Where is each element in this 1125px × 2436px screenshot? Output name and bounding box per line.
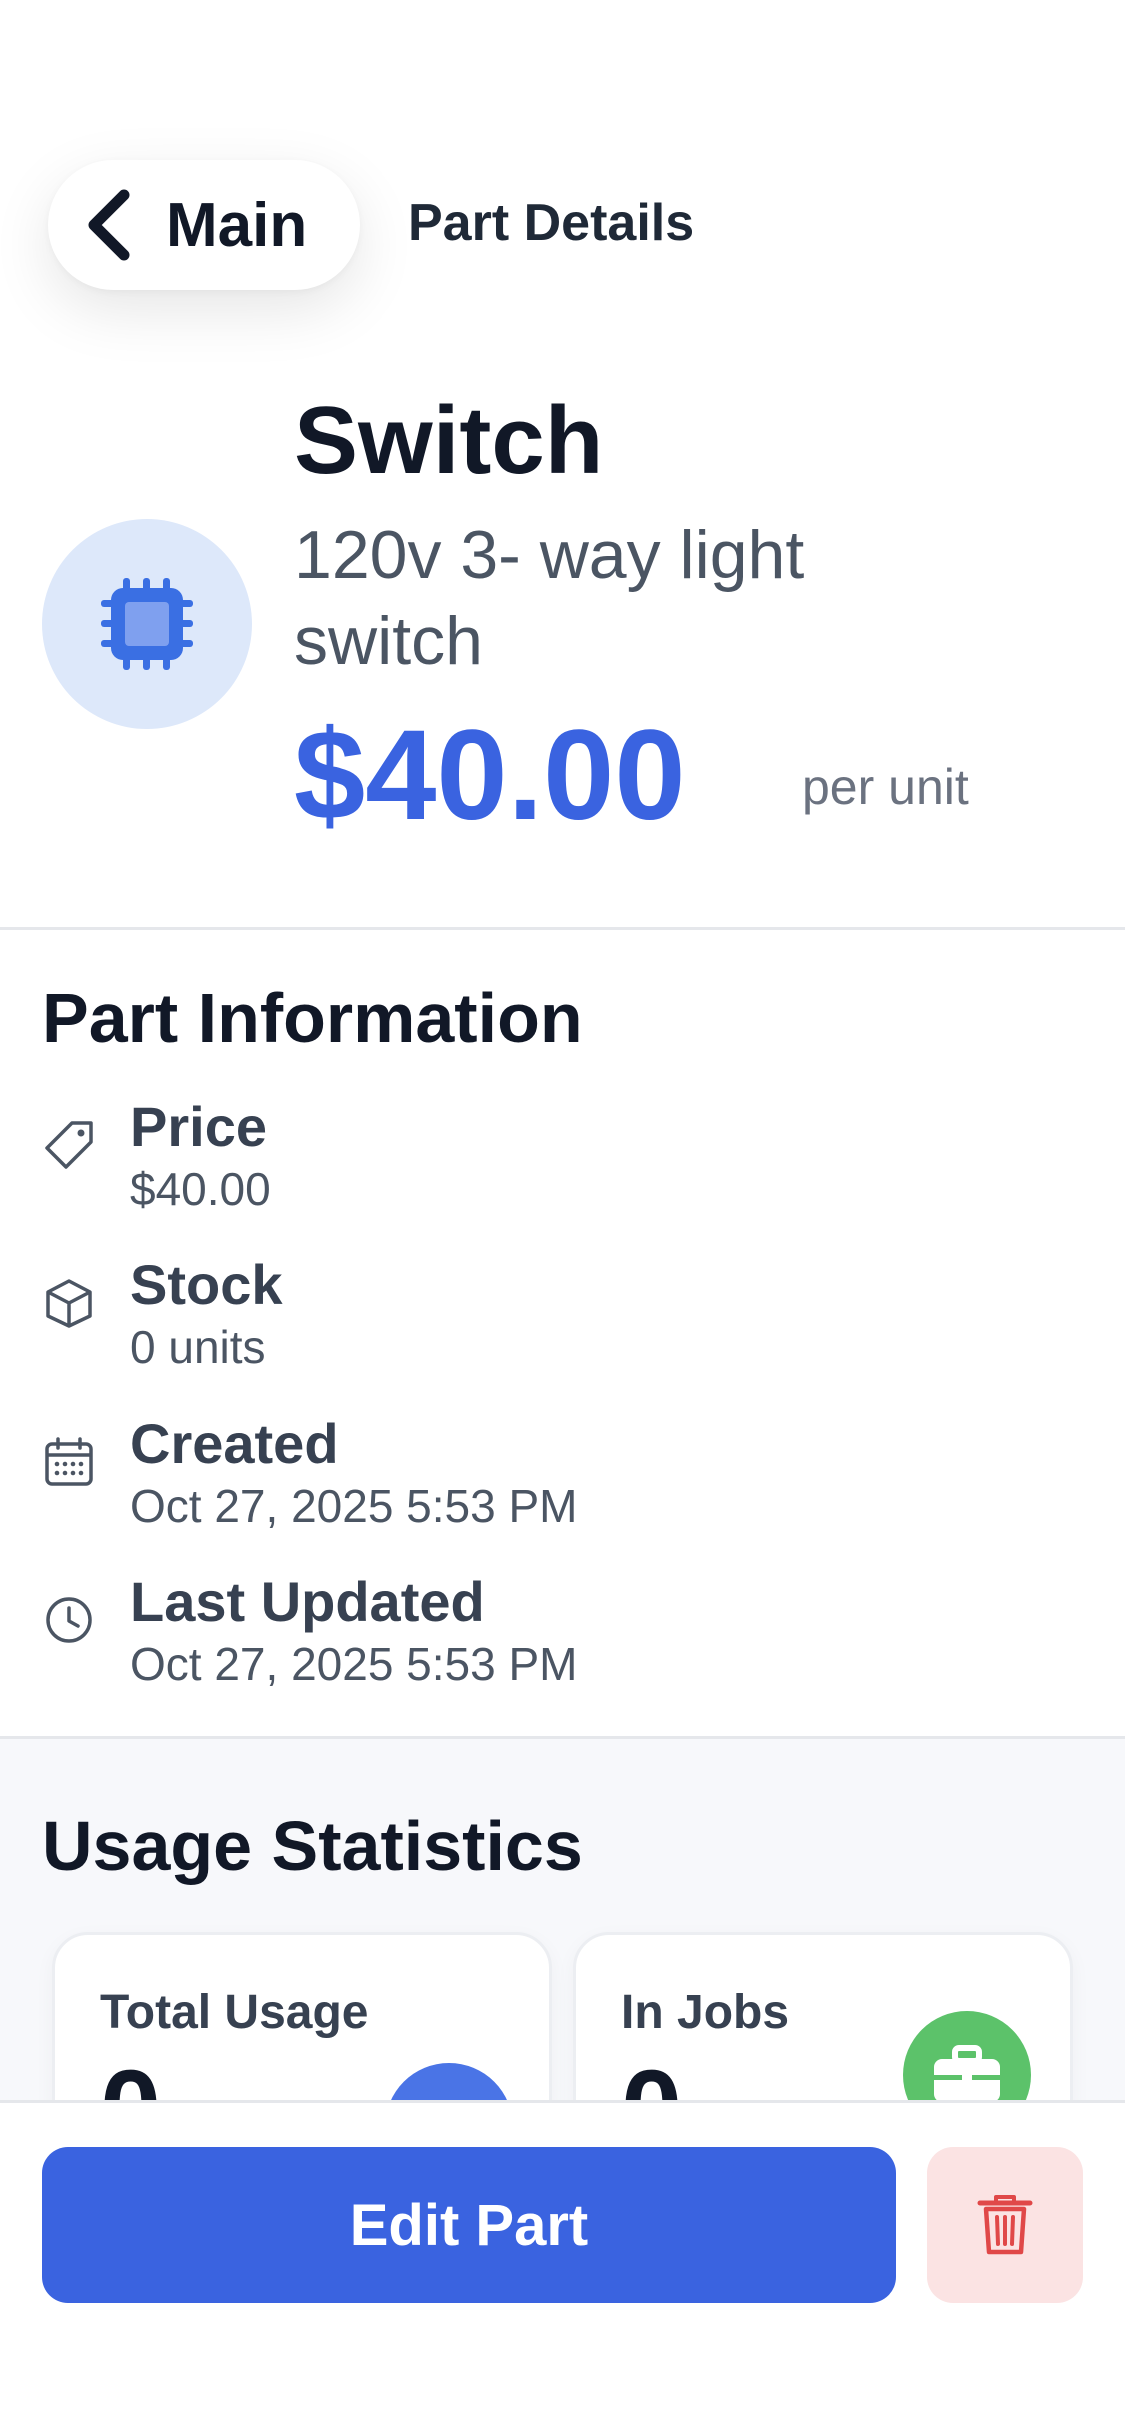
- info-value: 0 units: [130, 1321, 266, 1373]
- divider: [0, 927, 1125, 930]
- box-icon: [46, 1279, 92, 1328]
- info-row-last-updated: Last Updated Oct 27, 2025 5:53 PM: [42, 1571, 1042, 1691]
- back-button[interactable]: Main: [48, 160, 360, 290]
- back-button-label: Main: [166, 190, 308, 260]
- clock-icon: [46, 1597, 92, 1643]
- part-information-title: Part Information: [42, 979, 583, 1057]
- info-value: Oct 27, 2025 5:53 PM: [130, 1480, 578, 1532]
- divider: [0, 1736, 1125, 1739]
- info-label: Created: [130, 1412, 339, 1475]
- edit-part-button[interactable]: Edit Part: [42, 2147, 896, 2303]
- chevron-left-icon: [88, 189, 130, 261]
- info-label: Stock: [130, 1253, 283, 1316]
- part-description: 120v 3- way light switch: [294, 517, 805, 679]
- part-name: Switch: [294, 387, 604, 494]
- info-row-price: Price $40.00: [42, 1096, 1042, 1216]
- info-row-created: Created Oct 27, 2025 5:53 PM: [42, 1413, 1042, 1533]
- info-label: Price: [130, 1095, 267, 1158]
- trash-icon: [977, 2195, 1033, 2255]
- info-row-stock: Stock 0 units: [42, 1254, 1042, 1374]
- info-value: Oct 27, 2025 5:53 PM: [130, 1638, 578, 1690]
- delete-part-button[interactable]: [927, 2147, 1083, 2303]
- info-label: Last Updated: [130, 1570, 485, 1633]
- usage-statistics-title: Usage Statistics: [42, 1807, 583, 1885]
- chip-icon: [101, 578, 193, 670]
- stat-label: Total Usage: [100, 1986, 369, 2039]
- price-unit: per unit: [802, 759, 969, 815]
- bottom-action-bar: Edit Part: [0, 2100, 1125, 2436]
- stat-label: In Jobs: [621, 1986, 790, 2039]
- part-price: $40.00: [294, 704, 686, 847]
- page-title: Part Details: [408, 194, 695, 252]
- part-avatar: [42, 519, 252, 729]
- calendar-icon: [45, 1437, 93, 1486]
- info-value: $40.00: [130, 1163, 271, 1215]
- tag-icon: [45, 1121, 93, 1169]
